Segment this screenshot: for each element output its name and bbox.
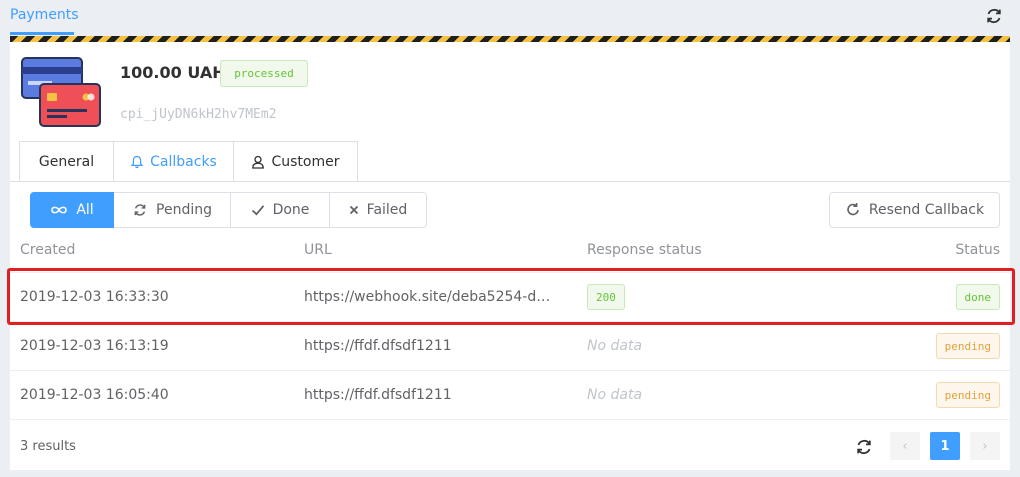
title-underline	[10, 32, 74, 35]
column-header-url: URL	[304, 242, 332, 258]
payment-card: 100.00 UAH processed cpi_jUyDN6kH2hv7MEm…	[10, 42, 1010, 470]
filter-label: Pending	[156, 202, 212, 218]
filter-label: Done	[272, 202, 310, 218]
cell-status: pending	[935, 322, 1000, 370]
cell-status: pending	[935, 371, 1000, 419]
filter-all-button[interactable]: All	[30, 192, 114, 228]
tabs-divider	[10, 181, 1010, 182]
status-badge: done	[955, 284, 1000, 310]
payment-amount: 100.00 UAH	[120, 63, 226, 82]
callback-filter-group: All Pending Done Failed	[30, 192, 427, 228]
filter-label: Failed	[366, 202, 408, 218]
cell-created: 2019-12-03 16:33:30	[20, 289, 169, 305]
tab-label: General	[38, 153, 95, 170]
cell-response-status: 200	[587, 273, 625, 321]
tab-callbacks[interactable]: Callbacks	[114, 141, 234, 182]
response-code-badge: 200	[587, 284, 625, 310]
sync-icon	[134, 204, 146, 216]
infinity-icon	[51, 206, 68, 214]
filter-pending-button[interactable]: Pending	[114, 192, 231, 228]
pagination-page-1[interactable]: 1	[930, 432, 960, 460]
footer-divider	[10, 419, 1010, 420]
credit-cards-icon	[21, 57, 101, 127]
bell-icon	[130, 155, 144, 168]
tab-label: Callbacks	[150, 153, 217, 170]
tab-label: Customer	[271, 153, 340, 170]
pagination-next-button[interactable]: ›	[970, 432, 1000, 460]
cell-response-status: No data	[587, 387, 643, 403]
cell-url: https://ffdf.dfsdf1211	[304, 387, 452, 403]
cell-created: 2019-12-03 16:13:19	[20, 338, 169, 354]
redo-icon	[847, 203, 859, 216]
status-badge: pending	[935, 333, 1000, 359]
panel-header: Payments	[10, 0, 1010, 36]
table-row[interactable]: 2019-12-03 16:33:30 https://webhook.site…	[10, 272, 1010, 321]
tab-bar: General Callbacks Customer	[19, 141, 358, 182]
close-icon	[349, 205, 358, 215]
refresh-icon[interactable]	[984, 6, 1004, 26]
filter-failed-button[interactable]: Failed	[330, 192, 427, 228]
column-header-response-status: Response status	[587, 242, 702, 258]
user-icon	[252, 155, 265, 169]
resend-label: Resend Callback	[868, 202, 985, 218]
payment-status-badge: processed	[220, 60, 308, 87]
column-header-status: Status	[955, 242, 1000, 258]
pagination-prev-button[interactable]: ‹	[890, 432, 920, 460]
chevron-right-icon: ›	[982, 438, 988, 454]
tab-general[interactable]: General	[19, 141, 114, 182]
chevron-left-icon: ‹	[902, 438, 908, 454]
check-icon	[251, 205, 264, 216]
refresh-icon[interactable]	[854, 437, 874, 457]
cell-status: done	[955, 273, 1000, 321]
cell-response-status: No data	[587, 338, 643, 354]
results-count: 3 results	[20, 439, 76, 454]
status-badge: pending	[935, 382, 1000, 408]
resend-callback-button[interactable]: Resend Callback	[829, 192, 1000, 228]
filter-label: All	[76, 202, 94, 218]
payment-id: cpi_jUyDN6kH2hv7MEm2	[120, 107, 277, 122]
page-title[interactable]: Payments	[10, 7, 79, 23]
filter-done-button[interactable]: Done	[231, 192, 330, 228]
cell-url: https://webhook.site/deba5254-d6...	[304, 289, 554, 305]
cell-url: https://ffdf.dfsdf1211	[304, 338, 452, 354]
table-row[interactable]: 2019-12-03 16:05:40 https://ffdf.dfsdf12…	[10, 370, 1010, 419]
cell-created: 2019-12-03 16:05:40	[20, 387, 169, 403]
column-header-created: Created	[20, 242, 76, 258]
table-row[interactable]: 2019-12-03 16:13:19 https://ffdf.dfsdf12…	[10, 321, 1010, 370]
tab-customer[interactable]: Customer	[234, 141, 358, 182]
